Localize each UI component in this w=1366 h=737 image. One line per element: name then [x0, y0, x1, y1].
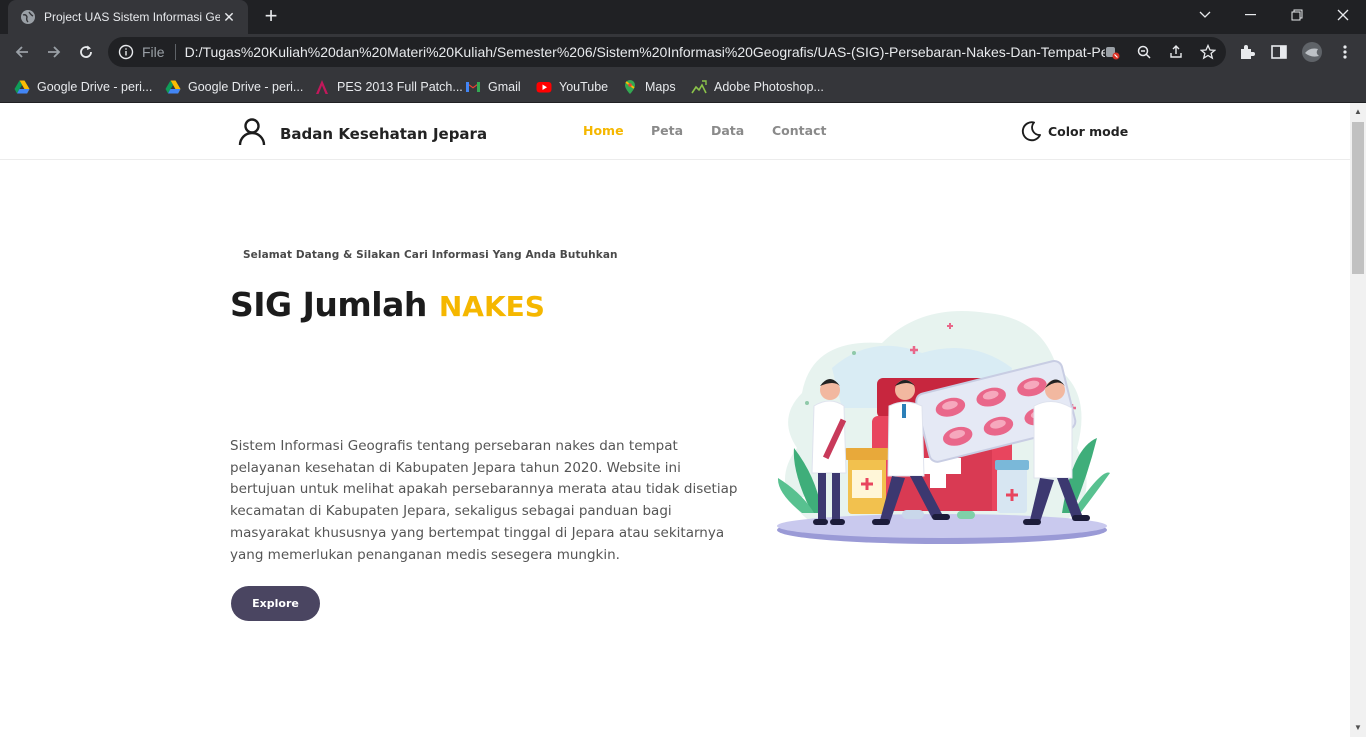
photoshop-icon	[691, 80, 707, 94]
youtube-icon	[536, 82, 552, 93]
bookmark-adobe-photoshop[interactable]: Adobe Photoshop...	[691, 76, 824, 98]
color-mode-label: Color mode	[1048, 123, 1129, 139]
moon-icon	[1021, 121, 1041, 142]
scheme-label: File	[142, 44, 165, 60]
address-bar[interactable]: File D:/Tugas%20Kuliah%20dan%20Materi%20…	[108, 37, 1226, 67]
maps-icon	[625, 80, 635, 94]
browser-tab[interactable]: Project UAS Sistem Informasi Geografis ✕	[8, 0, 248, 34]
google-drive-icon	[14, 80, 30, 94]
browser-tab-bar: Project UAS Sistem Informasi Geografis ✕…	[0, 0, 1366, 34]
color-mode-toggle[interactable]: Color mode	[1020, 120, 1128, 142]
bookmark-label: Google Drive - peri...	[37, 80, 153, 94]
globe-icon	[21, 10, 35, 24]
bookmark-gmail[interactable]: Gmail	[465, 76, 521, 98]
scrollbar-thumb[interactable]	[1352, 122, 1364, 274]
omnibox-divider	[174, 44, 176, 60]
bookmark-label: Gmail	[488, 80, 521, 94]
nav-home[interactable]: Home	[583, 123, 624, 138]
forward-button[interactable]	[40, 38, 68, 66]
hero-title-accent: NAKES	[438, 290, 545, 323]
bookmark-label: PES 2013 Full Patch...	[337, 80, 463, 94]
back-button[interactable]	[8, 38, 36, 66]
bookmark-star-icon[interactable]	[1200, 44, 1216, 60]
hero-description: Sistem Informasi Geografis tentang perse…	[230, 438, 738, 563]
profile-avatar[interactable]	[1301, 41, 1323, 63]
brand-name: Badan Kesehatan Jepara	[280, 125, 488, 143]
bookmark-google-drive-2[interactable]: Google Drive - peri...	[165, 76, 303, 98]
nav-data[interactable]: Data	[711, 123, 744, 138]
google-drive-icon	[165, 80, 181, 94]
tab-title: Project UAS Sistem Informasi Geografis	[44, 10, 220, 24]
bookmark-maps[interactable]: Maps	[622, 76, 676, 98]
more-menu-icon[interactable]	[1336, 43, 1354, 61]
side-panel-icon[interactable]	[1270, 43, 1288, 61]
scroll-up-arrow-icon[interactable]: ▲	[1352, 106, 1364, 118]
nav-contact[interactable]: Contact	[772, 123, 826, 138]
restore-button[interactable]	[1274, 0, 1320, 30]
minimize-button[interactable]	[1228, 0, 1274, 30]
bookmark-youtube[interactable]: YouTube	[536, 76, 608, 98]
browser-toolbar: File D:/Tugas%20Kuliah%20dan%20Materi%20…	[0, 34, 1366, 70]
blocked-popup-icon[interactable]	[1104, 44, 1120, 60]
medical-team-illustration	[777, 311, 1110, 544]
brand-link[interactable]: Badan Kesehatan Jepara	[238, 117, 487, 145]
user-icon	[238, 118, 266, 145]
tab-search-icon[interactable]	[1182, 0, 1228, 30]
hero-title: SIG Jumlah NAKES	[230, 285, 545, 324]
explore-button[interactable]: Explore	[231, 586, 320, 621]
site-navbar: Badan Kesehatan Jepara Home Peta Data Co…	[0, 103, 1350, 160]
url-text[interactable]: D:/Tugas%20Kuliah%20dan%20Materi%20Kulia…	[185, 44, 1105, 60]
extensions-icon[interactable]	[1238, 43, 1256, 61]
gmail-icon	[466, 82, 480, 92]
nav-peta[interactable]: Peta	[651, 123, 683, 138]
welcome-text: Selamat Datang & Silakan Cari Informasi …	[243, 249, 618, 261]
bookmark-label: YouTube	[559, 80, 609, 94]
scroll-down-arrow-icon[interactable]: ▼	[1352, 722, 1364, 734]
zoom-icon[interactable]	[1136, 44, 1152, 60]
pes-icon	[316, 80, 328, 94]
web-page: Badan Kesehatan Jepara Home Peta Data Co…	[0, 103, 1350, 737]
bookmark-label: Google Drive - peri...	[188, 80, 304, 94]
bookmarks-bar: Google Drive - peri... Google Drive - pe…	[0, 70, 1366, 103]
bookmark-pes-2013[interactable]: PES 2013 Full Patch...	[314, 76, 463, 98]
hero-title-main: SIG Jumlah	[230, 285, 427, 324]
new-tab-button[interactable]: +	[258, 4, 284, 30]
close-window-button[interactable]	[1320, 0, 1366, 30]
tab-close-icon[interactable]: ✕	[220, 9, 238, 26]
bookmark-google-drive-1[interactable]: Google Drive - peri...	[14, 76, 152, 98]
bookmark-label: Maps	[645, 80, 676, 94]
bookmark-label: Adobe Photoshop...	[714, 80, 824, 94]
reload-button[interactable]	[72, 38, 100, 66]
info-icon[interactable]	[118, 44, 134, 60]
share-icon[interactable]	[1168, 44, 1184, 60]
